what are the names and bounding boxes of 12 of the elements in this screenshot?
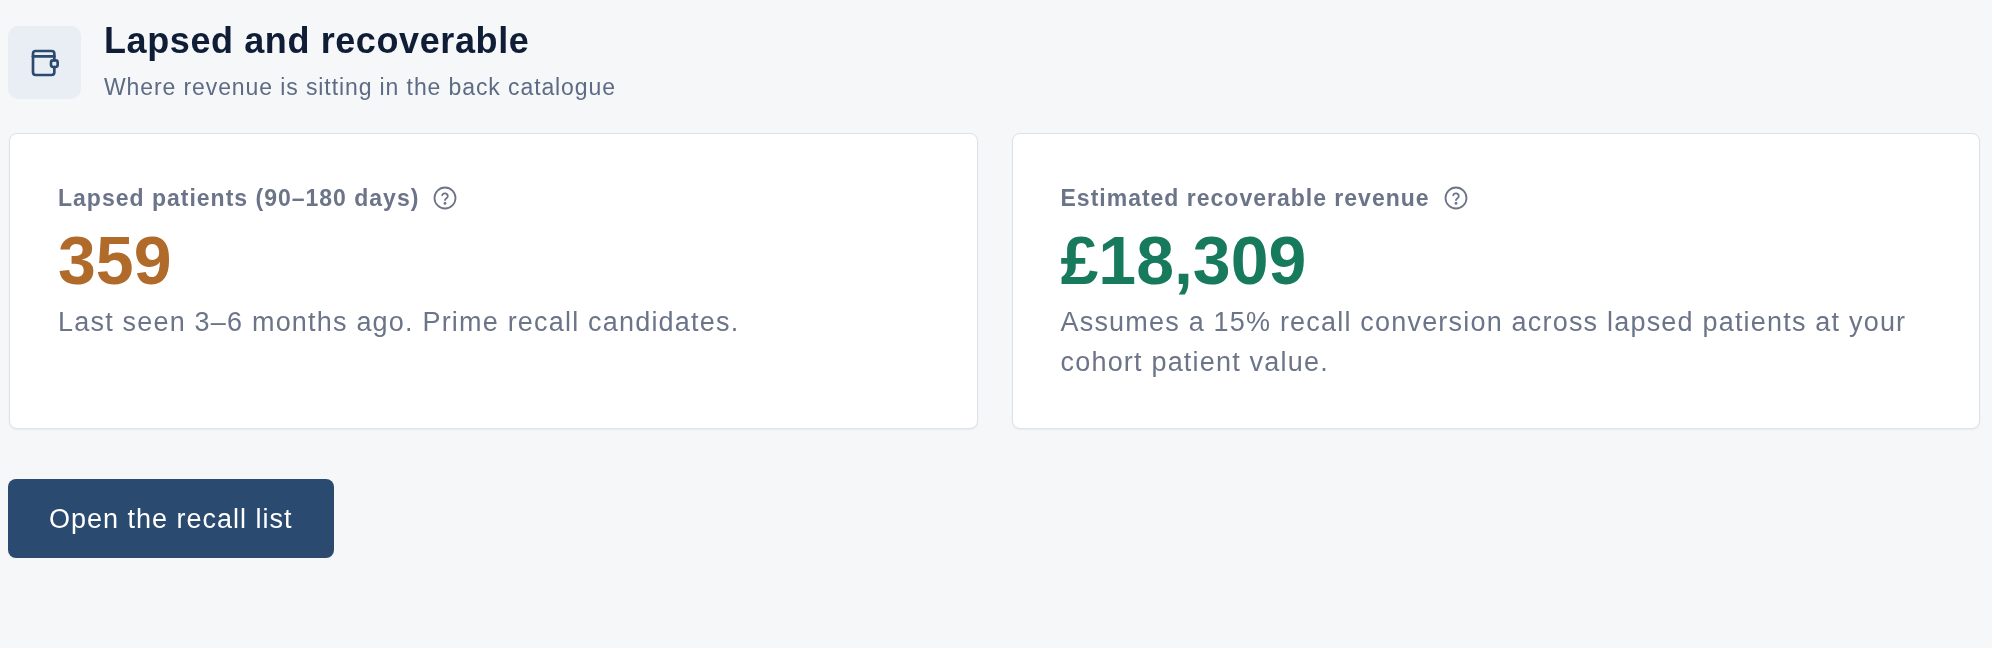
help-icon[interactable] [433, 186, 458, 210]
wallet-icon [8, 26, 81, 99]
stat-label: Estimated recoverable revenue [1060, 184, 1430, 212]
stat-value: £18,309 [1060, 224, 1308, 296]
stat-description: Assumes a 15% recall conversion across lapsed patients at your cohort patient value. [1060, 306, 1908, 379]
help-icon[interactable] [1443, 186, 1468, 210]
section-subtitle: Where revenue is sitting in the back catalogue [104, 73, 616, 101]
stat-description: Last seen 3–6 months ago. Prime recall candidates. [58, 306, 741, 339]
open-recall-list-button[interactable]: Open the recall list [8, 479, 334, 558]
stat-value: 359 [58, 224, 173, 296]
stat-label: Lapsed patients (90–180 days) [58, 184, 420, 212]
section-title: Lapsed and recoverable [104, 21, 531, 61]
